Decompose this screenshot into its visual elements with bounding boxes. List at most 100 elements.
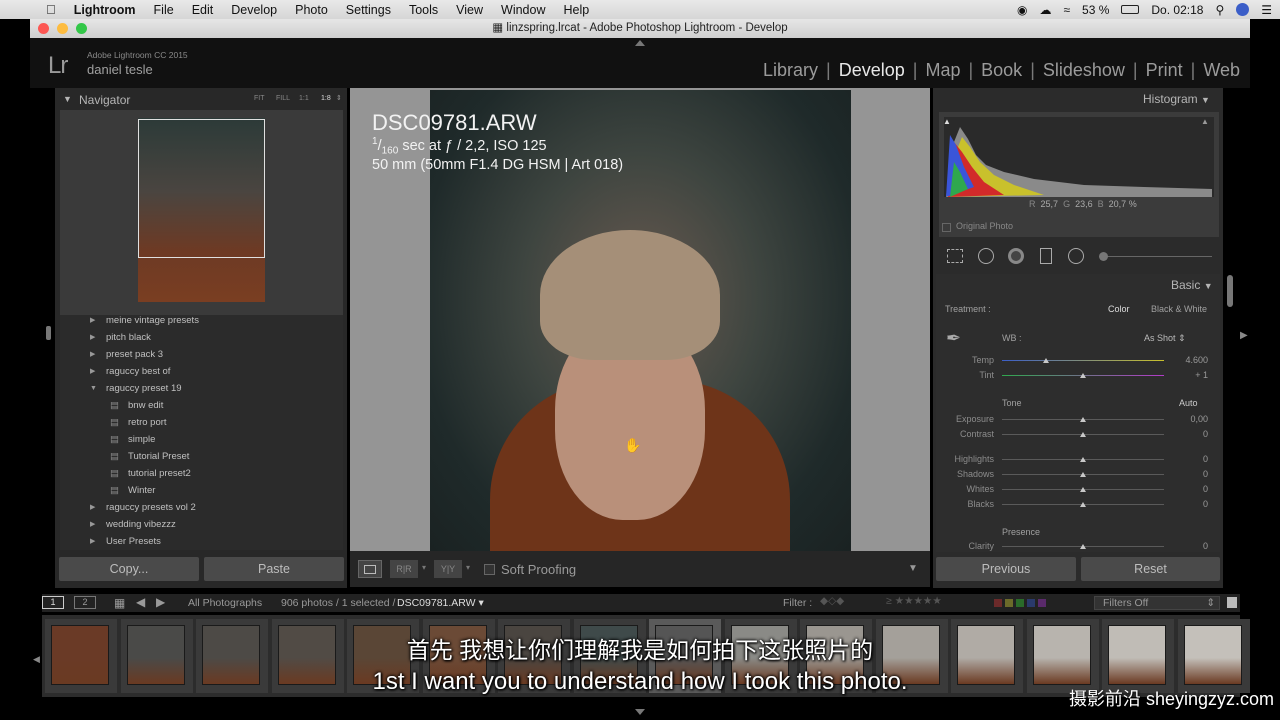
module-slideshow[interactable]: Slideshow <box>1043 60 1125 81</box>
highlight-clipping-icon[interactable]: ▲ <box>1201 117 1209 126</box>
radial-filter-tool-icon[interactable] <box>1068 248 1084 264</box>
top-panel-toggle-icon[interactable] <box>635 40 645 46</box>
slider-value[interactable]: + 1 <box>1168 370 1208 380</box>
zoom-window-button[interactable] <box>76 23 87 34</box>
siri-icon[interactable] <box>1236 3 1250 16</box>
crop-tool-icon[interactable] <box>947 249 963 263</box>
menu-photo[interactable]: Photo <box>286 3 337 17</box>
module-map[interactable]: Map <box>925 60 960 81</box>
color-label-filter[interactable] <box>994 598 1046 610</box>
slider-thumb[interactable] <box>1080 544 1086 549</box>
grid-view-icon[interactable]: ▦ <box>114 596 125 610</box>
back-arrow-icon[interactable]: ◀ <box>136 595 145 609</box>
module-print[interactable]: Print <box>1146 60 1183 81</box>
spotlight-search-icon[interactable]: ⚲ <box>1215 3 1224 17</box>
before-after-copy-button[interactable]: Y|Y <box>434 560 462 578</box>
treatment-bw-button[interactable]: Black & White <box>1151 304 1207 314</box>
slider-thumb[interactable] <box>1042 358 1049 363</box>
filter-lock-icon[interactable] <box>1227 597 1237 608</box>
creative-cloud-icon[interactable]: ☁ <box>1039 3 1051 17</box>
clock[interactable]: Do. 02:18 <box>1151 3 1203 17</box>
navigator-header[interactable]: ▼ Navigator FIT FILL 1:1 1:8 ⇕ <box>57 90 347 110</box>
wb-select[interactable]: As Shot ⇕ <box>1144 333 1186 344</box>
menu-file[interactable]: File <box>145 3 183 17</box>
before-after-lr-button[interactable]: R|R <box>390 560 418 578</box>
menu-tools[interactable]: Tools <box>400 3 447 17</box>
histogram-header[interactable]: Histogram ▼ <box>1143 92 1210 106</box>
menu-app-lightroom[interactable]: Lightroom <box>65 3 145 17</box>
source-label[interactable]: All Photographs <box>188 597 262 609</box>
copy-button[interactable]: Copy... <box>59 557 199 581</box>
notification-center-icon[interactable]: ☰ <box>1261 3 1272 17</box>
module-develop[interactable]: Develop <box>839 60 905 81</box>
reset-button[interactable]: Reset <box>1081 557 1220 581</box>
star-rating-filter[interactable]: ≥ ★★★★★ <box>886 595 942 607</box>
menu-develop[interactable]: Develop <box>222 3 286 17</box>
collapse-triangle-icon[interactable]: ▼ <box>63 94 72 104</box>
loupe-view-button[interactable] <box>358 560 382 578</box>
module-web[interactable]: Web <box>1203 60 1240 81</box>
original-photo-checkbox[interactable] <box>942 223 951 232</box>
minimize-window-button[interactable] <box>57 23 68 34</box>
red-eye-tool-icon[interactable] <box>1008 248 1024 264</box>
slider-value[interactable]: 0 <box>1168 484 1208 494</box>
module-library[interactable]: Library <box>763 60 818 81</box>
histogram[interactable]: ▲ ▲ R 25,7 G 23,6 B 20,7 % Original Phot… <box>939 112 1219 237</box>
slider-value[interactable]: 0,00 <box>1168 414 1208 424</box>
adjustment-brush-slider[interactable] <box>1102 256 1212 257</box>
soft-proofing-checkbox[interactable] <box>484 564 495 575</box>
slider-thumb[interactable] <box>1080 417 1086 422</box>
slider-value[interactable]: 0 <box>1168 499 1208 509</box>
forward-arrow-icon[interactable]: ▶ <box>156 595 165 609</box>
selected-filename[interactable]: DSC09781.ARW ▾ <box>397 597 484 609</box>
before-after-dropdown-icon[interactable]: ▾ <box>422 563 426 572</box>
zoom-dropdown-icon[interactable]: ⇕ <box>336 94 342 102</box>
spot-removal-tool-icon[interactable] <box>978 248 994 264</box>
navigator-preview[interactable] <box>60 110 343 315</box>
zoom-1-8[interactable]: 1:8 <box>321 95 331 102</box>
slider-track[interactable] <box>1002 360 1164 361</box>
adjustment-brush-icon[interactable] <box>1099 252 1108 261</box>
menu-settings[interactable]: Settings <box>337 3 400 17</box>
menu-edit[interactable]: Edit <box>183 3 223 17</box>
slider-value[interactable]: 4.600 <box>1168 355 1208 365</box>
previous-button[interactable]: Previous <box>936 557 1076 581</box>
filters-off-select[interactable]: Filters Off ⇕ <box>1094 596 1220 610</box>
slider-value[interactable]: 0 <box>1168 541 1208 551</box>
basic-header[interactable]: Basic ▼ <box>1171 278 1213 292</box>
slider-thumb[interactable] <box>1080 487 1086 492</box>
graduated-filter-tool-icon[interactable] <box>1040 248 1052 264</box>
slider-thumb[interactable] <box>1080 432 1086 437</box>
record-icon[interactable]: ◉ <box>1017 3 1027 17</box>
zoom-1-1[interactable]: 1:1 <box>299 95 309 102</box>
right-panel-toggle-icon[interactable]: ▶ <box>1240 330 1248 341</box>
module-book[interactable]: Book <box>981 60 1022 81</box>
navigator-viewport-frame[interactable] <box>138 119 265 258</box>
slider-thumb[interactable] <box>1080 373 1086 378</box>
left-panel-toggle-icon[interactable] <box>46 326 51 340</box>
wb-eyedropper-icon[interactable]: ✒ <box>946 328 970 352</box>
main-window-button[interactable]: 1 <box>42 596 64 609</box>
slider-thumb[interactable] <box>1080 502 1086 507</box>
slider-thumb[interactable] <box>1080 457 1086 462</box>
wifi-icon[interactable]: ≈ <box>1063 3 1070 17</box>
paste-button[interactable]: Paste <box>204 557 344 581</box>
slider-value[interactable]: 0 <box>1168 429 1208 439</box>
menu-help[interactable]: Help <box>555 3 599 17</box>
menu-view[interactable]: View <box>447 3 492 17</box>
apple-menu-icon[interactable]:  <box>0 2 65 17</box>
bottom-panel-toggle-icon[interactable] <box>635 709 645 715</box>
zoom-fill[interactable]: FILL <box>276 95 290 102</box>
treatment-color-button[interactable]: Color <box>1108 304 1130 314</box>
battery-percent[interactable]: 53 % <box>1082 3 1109 17</box>
tone-auto-button[interactable]: Auto <box>1179 398 1198 408</box>
shadow-clipping-icon[interactable]: ▲ <box>943 117 951 126</box>
toolbar-menu-icon[interactable]: ▼ <box>908 563 918 574</box>
menu-window[interactable]: Window <box>492 3 554 17</box>
copy-dropdown-icon[interactable]: ▾ <box>466 563 470 572</box>
slider-thumb[interactable] <box>1080 472 1086 477</box>
slider-value[interactable]: 0 <box>1168 454 1208 464</box>
secondary-window-button[interactable]: 2 <box>74 596 96 609</box>
slider-value[interactable]: 0 <box>1168 469 1208 479</box>
zoom-fit[interactable]: FIT <box>254 95 265 102</box>
